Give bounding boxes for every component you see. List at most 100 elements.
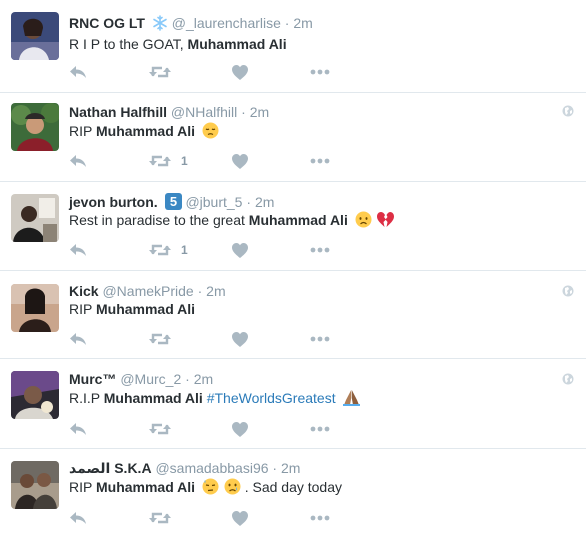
heart-icon <box>232 64 248 80</box>
retweet-button[interactable] <box>149 329 171 349</box>
username[interactable]: @jburt_5 <box>185 194 242 210</box>
tweet[interactable]: jevon burton. 5 @jburt_5 · 2m Rest in pa… <box>0 182 586 271</box>
timestamp[interactable]: 2m <box>255 194 274 210</box>
retweet-icon <box>149 155 171 167</box>
retweet-count: 1 <box>181 154 188 168</box>
tweet-actions <box>69 508 369 528</box>
reply-icon <box>70 423 86 435</box>
avatar[interactable] <box>11 103 59 151</box>
like-button[interactable] <box>232 419 248 439</box>
timestamp[interactable]: 2m <box>194 371 213 387</box>
heart-icon <box>232 510 248 526</box>
timestamp[interactable]: 2m <box>293 15 312 31</box>
timestamp[interactable]: 2m <box>206 283 225 299</box>
more-icon <box>310 336 330 342</box>
tweet[interactable]: RNC OG LT @_laurencharlise · 2m R I P to… <box>0 0 586 93</box>
separator: · <box>241 104 246 120</box>
tweet[interactable]: Kick @NamekPride · 2m RIP Muhammad Ali <box>0 271 586 359</box>
more-button[interactable] <box>310 508 330 528</box>
like-button[interactable] <box>232 151 248 171</box>
hashtag-link[interactable]: #TheWorldsGreatest <box>207 390 336 406</box>
avatar[interactable] <box>11 12 59 60</box>
timestamp[interactable]: 2m <box>250 104 269 120</box>
tweet-text-plain: RIP <box>69 479 93 495</box>
username[interactable]: @samadabbasi96 <box>155 460 268 476</box>
separator: · <box>197 283 203 299</box>
tweet-header: Murc™ @Murc_2 · 2m <box>69 370 213 388</box>
display-name[interactable]: Kick <box>69 283 99 299</box>
avatar[interactable] <box>11 371 59 419</box>
tweet-actions <box>69 329 369 349</box>
reply-icon <box>70 66 86 78</box>
heart-icon <box>232 153 248 169</box>
avatar[interactable] <box>11 461 59 509</box>
tweet-text: RIP Muhammad Ali <box>69 299 195 319</box>
tweet-text-plain: RIP <box>69 301 93 317</box>
separator: · <box>272 460 278 476</box>
display-name[interactable]: Nathan Halfhill <box>69 104 167 120</box>
more-icon <box>310 158 330 164</box>
avatar[interactable] <box>11 284 59 332</box>
timestamp[interactable]: 2m <box>281 460 300 476</box>
reply-button[interactable] <box>69 151 87 171</box>
tweet[interactable]: Nathan Halfhill @NHalfhill · 2m RIP Muha… <box>0 93 586 182</box>
like-button[interactable] <box>232 329 248 349</box>
display-name[interactable]: Murc™ <box>69 371 116 387</box>
more-button[interactable] <box>310 151 330 171</box>
retweet-button[interactable] <box>149 419 171 439</box>
separator: · <box>246 194 252 210</box>
tweet[interactable]: Murc™ @Murc_2 · 2m R.I.P Muhammad Ali #T… <box>0 359 586 449</box>
tweet-timeline: RNC OG LT @_laurencharlise · 2m R I P to… <box>0 0 586 544</box>
retweet-icon <box>149 512 171 524</box>
tweet-header: Nathan Halfhill @NHalfhill · 2m <box>69 103 269 121</box>
heart-icon <box>232 331 248 347</box>
like-button[interactable] <box>232 508 248 528</box>
reply-button[interactable] <box>69 62 87 82</box>
reply-button[interactable] <box>69 240 87 260</box>
tweet-header: Kick @NamekPride · 2m <box>69 282 226 300</box>
pensive-face-icon <box>202 122 219 144</box>
tweet-text-plain: Rest in paradise to the great <box>69 212 245 228</box>
retweet-icon <box>149 423 171 435</box>
retweet-icon <box>149 244 171 256</box>
globe-icon <box>562 105 574 117</box>
retweet-button[interactable]: 1 <box>149 151 188 171</box>
display-name[interactable]: RNC OG LT <box>69 15 145 31</box>
username[interactable]: @_laurencharlise <box>172 15 281 31</box>
retweet-button[interactable] <box>149 62 171 82</box>
more-button[interactable] <box>310 240 330 260</box>
more-button[interactable] <box>310 329 330 349</box>
tweet-text-plain: R.I.P <box>69 390 100 406</box>
username[interactable]: @NamekPride <box>102 283 193 299</box>
tweet[interactable]: الصمد S.K.A @samadabbasi96 · 2m RIP Muha… <box>0 449 586 544</box>
tweet-text-bold: Muhammad Ali <box>103 390 203 406</box>
like-button[interactable] <box>232 240 248 260</box>
display-name[interactable]: jevon burton. <box>69 194 158 210</box>
disappointed-face-icon <box>355 211 372 233</box>
reply-button[interactable] <box>69 419 87 439</box>
more-button[interactable] <box>310 419 330 439</box>
display-name[interactable]: الصمد S.K.A <box>69 460 152 476</box>
username[interactable]: @Murc_2 <box>120 371 181 387</box>
reply-button[interactable] <box>69 508 87 528</box>
tweet-text-plain: RIP <box>69 123 93 139</box>
retweet-button[interactable]: 1 <box>149 240 188 260</box>
more-icon <box>310 69 330 75</box>
avatar[interactable] <box>11 194 59 242</box>
tweet-text: R I P to the GOAT, Muhammad Ali <box>69 34 287 54</box>
tweet-actions: 1 <box>69 151 369 171</box>
more-button[interactable] <box>310 62 330 82</box>
username[interactable]: @NHalfhill <box>171 104 237 120</box>
more-icon <box>310 247 330 253</box>
tweet-text-bold: Muhammad Ali <box>248 212 348 228</box>
tweet-text: RIP Muhammad Ali . Sad day today <box>69 477 342 500</box>
tweet-text-bold: Muhammad Ali <box>95 123 196 139</box>
tweet-header: RNC OG LT @_laurencharlise · 2m <box>69 14 313 35</box>
more-icon <box>310 515 330 521</box>
reply-button[interactable] <box>69 329 87 349</box>
retweet-button[interactable] <box>149 508 171 528</box>
like-button[interactable] <box>232 62 248 82</box>
more-icon <box>310 426 330 432</box>
heart-icon <box>232 242 248 258</box>
reply-icon <box>70 244 86 256</box>
